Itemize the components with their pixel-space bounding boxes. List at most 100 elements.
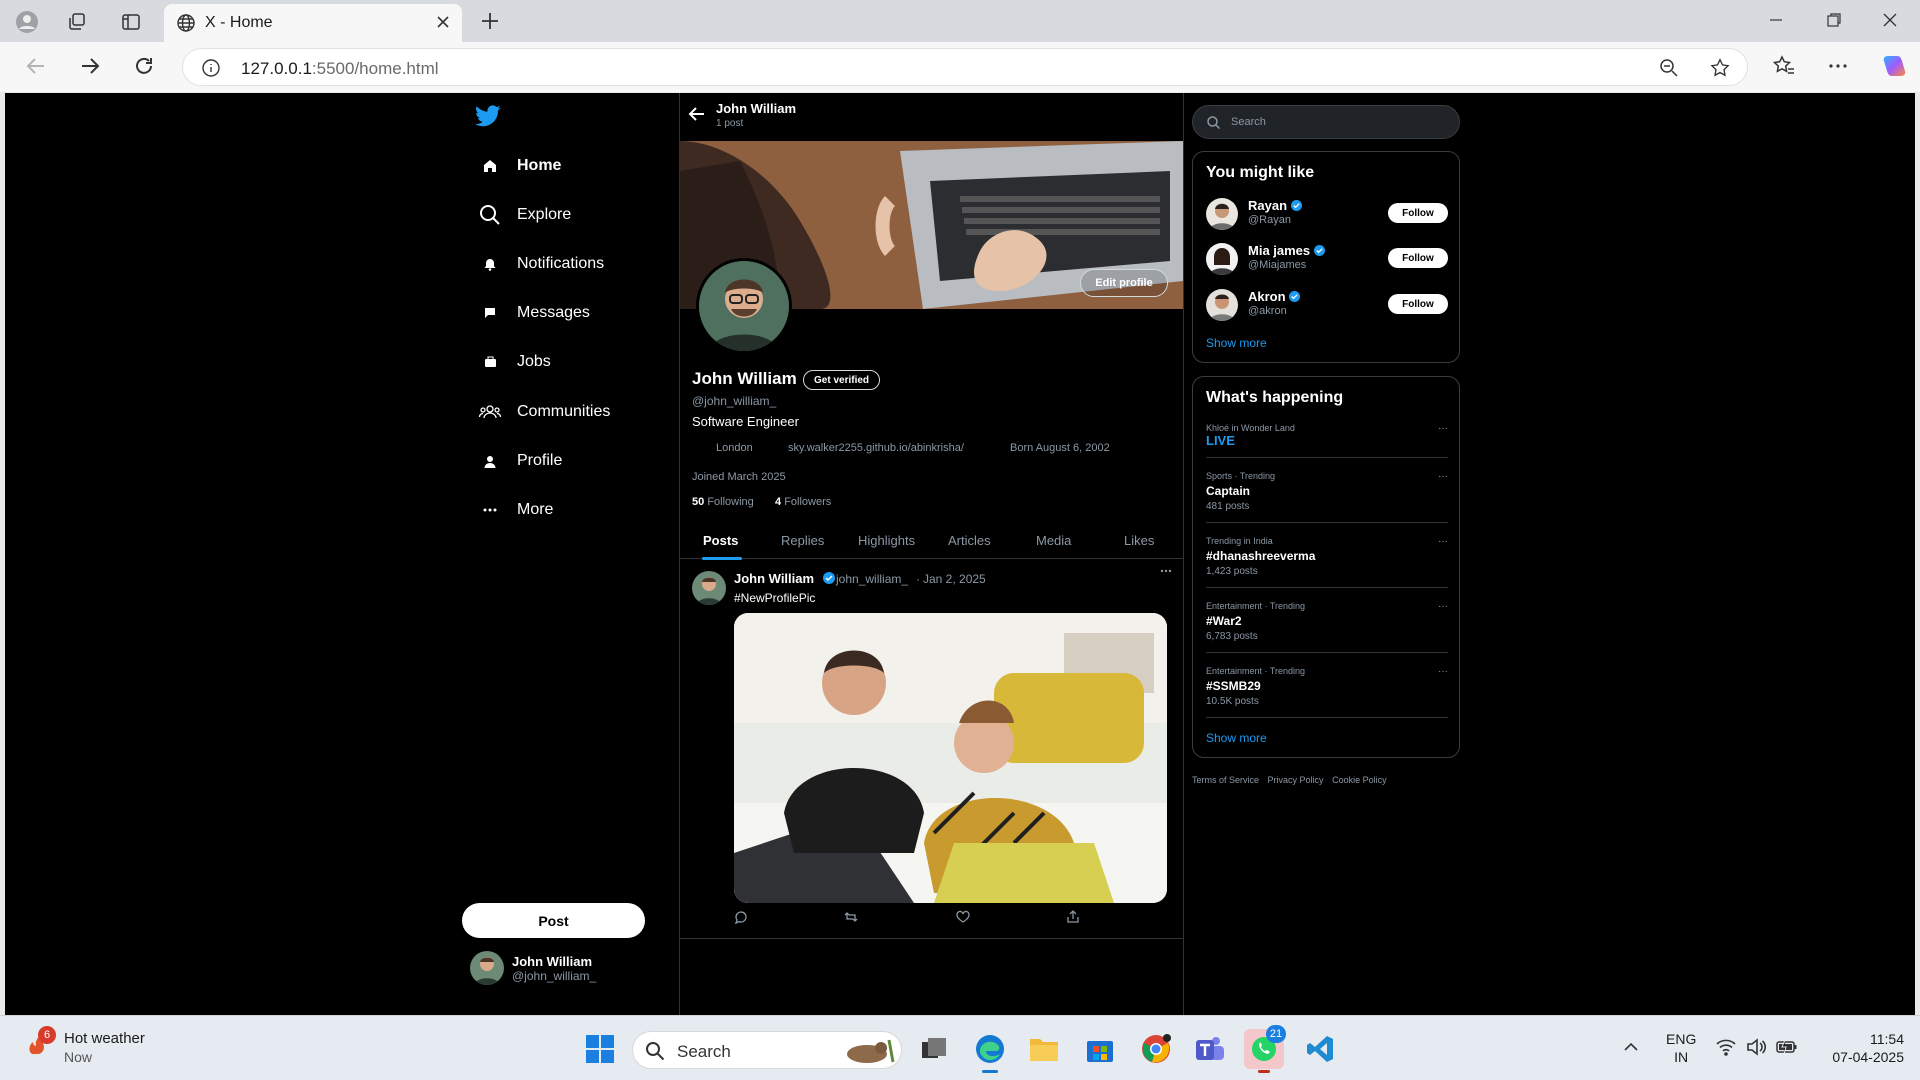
store-icon[interactable] (1080, 1029, 1120, 1069)
workspaces-icon[interactable] (64, 9, 90, 35)
close-tab-icon[interactable] (436, 15, 450, 29)
favorite-star-icon[interactable] (1709, 57, 1731, 79)
nav-jobs[interactable]: Jobs (477, 344, 551, 380)
info-icon[interactable] (201, 58, 221, 78)
nav-notifications[interactable]: Notifications (477, 246, 604, 282)
tab-media[interactable]: Media (1036, 533, 1071, 548)
tweet-image[interactable] (734, 613, 1167, 903)
tab-articles[interactable]: Articles (948, 533, 991, 548)
suggestion-item[interactable]: Rayan @Rayan Follow (1206, 198, 1448, 236)
trend-more-icon[interactable]: ··· (1438, 423, 1448, 434)
settings-more-icon[interactable] (1826, 54, 1850, 78)
nav-messages[interactable]: Messages (477, 295, 590, 331)
tab-x-home[interactable]: X - Home (164, 4, 462, 42)
profile-icon[interactable] (14, 9, 40, 35)
nav-explore-label: Explore (517, 206, 572, 223)
trend-item[interactable]: Entertainment · Trending #War2 6,783 pos… (1206, 601, 1448, 642)
chevron-up-icon[interactable] (1622, 1038, 1640, 1056)
get-verified-button[interactable]: Get verified (803, 370, 881, 390)
terms-link[interactable]: Terms of Service (1192, 775, 1259, 785)
trend-item[interactable]: Khloé in Wonder Land LIVE ··· (1206, 423, 1448, 448)
vscode-icon[interactable] (1300, 1029, 1340, 1069)
search-input[interactable]: Search (1192, 105, 1460, 139)
refresh-icon[interactable] (132, 54, 156, 78)
url-field[interactable]: 127.0.0.1:5500/home.html (182, 48, 1748, 86)
follow-button[interactable]: Follow (1388, 203, 1448, 223)
battery-icon[interactable] (1776, 1038, 1798, 1056)
tab-highlights[interactable]: Highlights (858, 533, 915, 548)
trend-more-icon[interactable]: ··· (1438, 536, 1448, 547)
reply-icon[interactable] (734, 910, 748, 924)
divider (1206, 457, 1448, 458)
nav-more[interactable]: More (477, 492, 553, 528)
nav-home[interactable]: Home (477, 148, 561, 184)
retweet-icon[interactable] (844, 910, 858, 924)
tab-replies[interactable]: Replies (781, 533, 824, 548)
nav-profile[interactable]: Profile (477, 443, 562, 479)
tab-likes[interactable]: Likes (1124, 533, 1154, 548)
trend-more-icon[interactable]: ··· (1438, 666, 1448, 677)
zoom-icon[interactable] (1659, 58, 1679, 78)
tab-actions-icon[interactable] (118, 9, 144, 35)
tweet-more-icon[interactable] (1160, 569, 1172, 573)
restore-icon[interactable] (1824, 10, 1844, 30)
follow-button[interactable]: Follow (1388, 294, 1448, 314)
show-more-link[interactable]: Show more (1206, 336, 1267, 350)
tweet[interactable]: John William john_william_ · Jan 2, 2025… (680, 559, 1183, 939)
trends-show-more-link[interactable]: Show more (1206, 731, 1267, 745)
clock[interactable]: 11:54 07-04-2025 (1820, 1031, 1904, 1065)
favorites-icon[interactable] (1772, 54, 1796, 78)
browser-tab-bar: X - Home (0, 0, 1920, 42)
share-icon[interactable] (1066, 910, 1080, 924)
close-window-icon[interactable] (1880, 10, 1900, 30)
file-explorer-icon[interactable] (1024, 1029, 1064, 1069)
suggestion-item[interactable]: Mia james @Miajames Follow (1206, 243, 1448, 281)
chrome-icon[interactable] (1136, 1029, 1176, 1069)
cookie-link[interactable]: Cookie Policy (1332, 775, 1387, 785)
profile-avatar[interactable] (696, 258, 792, 354)
volume-icon[interactable] (1746, 1038, 1766, 1056)
back-icon[interactable] (24, 54, 48, 78)
profile-tabs: Posts Replies Highlights Articles Media … (680, 519, 1183, 560)
forward-icon[interactable] (78, 54, 102, 78)
following-link[interactable]: 50 Following (692, 496, 754, 508)
followers-link[interactable]: 4 Followers (775, 496, 831, 508)
privacy-link[interactable]: Privacy Policy (1268, 775, 1324, 785)
trend-item[interactable]: Sports · Trending Captain 481 posts ··· (1206, 471, 1448, 512)
suggestion-item[interactable]: Akron @akron Follow (1206, 289, 1448, 327)
trend-count: 1,423 posts (1206, 566, 1258, 577)
start-icon[interactable] (580, 1029, 620, 1069)
post-button[interactable]: Post (462, 903, 645, 938)
nav-explore[interactable]: Explore (477, 197, 571, 233)
tweet-author-name[interactable]: John William (734, 571, 814, 586)
copilot-icon[interactable] (1880, 52, 1908, 80)
profile-website-link[interactable]: sky.walker2255.github.io/abinkrisha/ (788, 442, 964, 454)
like-icon[interactable] (956, 910, 970, 924)
trend-item[interactable]: Trending in India #dhanashreeverma 1,423… (1206, 536, 1448, 577)
language-indicator[interactable]: ENG IN (1666, 1031, 1696, 1065)
follow-button[interactable]: Follow (1388, 248, 1448, 268)
tab-posts[interactable]: Posts (703, 533, 738, 548)
tweet-date[interactable]: Jan 2, 2025 (923, 572, 986, 586)
teams-icon[interactable] (1190, 1029, 1230, 1069)
new-tab-icon[interactable] (478, 9, 502, 33)
profile-column: John William 1 post Edit profile John Wi… (679, 93, 1184, 1015)
account-switcher[interactable]: John William @john_william_ (470, 951, 596, 985)
avatar[interactable] (692, 571, 726, 605)
back-arrow-icon[interactable] (688, 105, 706, 123)
edit-profile-button[interactable]: Edit profile (1080, 269, 1168, 297)
edge-icon[interactable] (970, 1029, 1010, 1073)
avatar (1206, 289, 1238, 321)
trend-item[interactable]: Entertainment · Trending #SSMB29 10.5K p… (1206, 666, 1448, 707)
task-view-icon[interactable] (914, 1029, 954, 1069)
twitter-logo-icon[interactable] (475, 105, 501, 127)
taskbar-search[interactable]: Search (632, 1031, 902, 1069)
profile-joined: Joined March 2025 (692, 471, 786, 483)
trend-more-icon[interactable]: ··· (1438, 471, 1448, 482)
nav-communities[interactable]: Communities (477, 394, 610, 430)
minimize-icon[interactable] (1766, 10, 1786, 30)
weather-badge: 6 (38, 1026, 56, 1044)
wifi-icon[interactable] (1716, 1038, 1736, 1056)
trend-more-icon[interactable]: ··· (1438, 601, 1448, 612)
whatsapp-icon[interactable]: 21 (1244, 1025, 1286, 1073)
